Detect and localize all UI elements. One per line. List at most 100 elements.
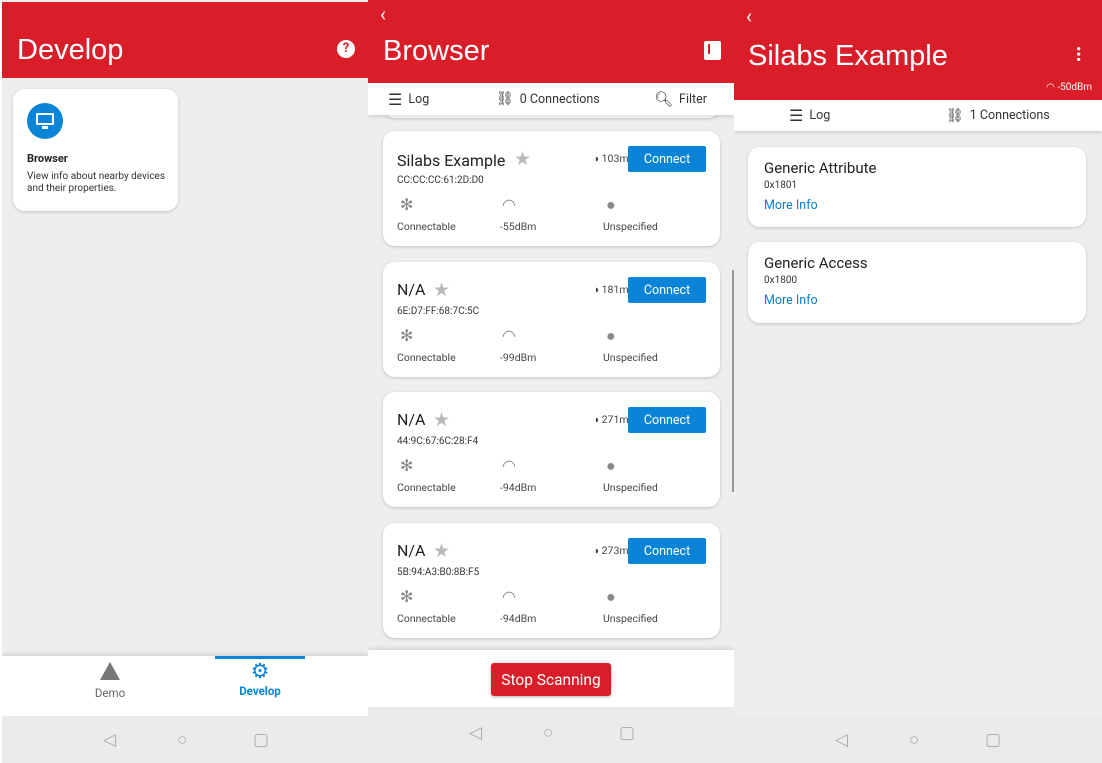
home-icon[interactable]: ○ [909, 730, 919, 750]
home-icon[interactable]: ○ [543, 723, 553, 743]
device-name: N/A [397, 280, 426, 299]
wifi-icon: ◠ [1046, 82, 1058, 93]
device-card[interactable]: N/A ★ ◑ 181ms Connect 6E:D7:FF:68:7C:5C … [383, 262, 720, 377]
more-info-link[interactable]: More Info [764, 198, 818, 213]
service-card[interactable]: Generic Attribute 0x1801 More Info [748, 147, 1086, 227]
bluetooth-icon: ✻ [400, 456, 414, 475]
develop-screen: Develop ? Browser View info about nearby… [2, 0, 368, 763]
device-card[interactable]: N/A ★ ◑ 273ms Connect 5B:94:A3:B0:8B:F5 … [383, 523, 720, 638]
type-label: Unspecified [603, 220, 658, 233]
more-vert-icon[interactable]: ••• [1069, 46, 1088, 62]
connections-label: 1 Connections [969, 108, 1050, 123]
device-name: N/A [397, 410, 426, 429]
filter-button[interactable]: 🔍︎ Filter [654, 83, 707, 115]
nav-label: Develop [239, 684, 281, 698]
type-label: Unspecified [603, 612, 658, 625]
service-name: Generic Access [764, 254, 868, 272]
nav-label: Demo [94, 686, 126, 700]
filter-label: Filter [679, 91, 707, 107]
star-icon[interactable]: ★ [433, 539, 450, 562]
wifi-icon: ◠ [502, 326, 516, 345]
home-icon[interactable]: ○ [177, 730, 187, 750]
device-card[interactable]: N/A ★ ◑ 271ms Connect 44:9C:67:6C:28:F4 … [383, 392, 720, 507]
recents-icon[interactable]: ▢ [985, 730, 1001, 750]
card-title: Browser [27, 152, 68, 165]
rssi-readout: ◠ -50dBm [1046, 82, 1092, 93]
connect-button[interactable]: Connect [628, 538, 706, 564]
list-icon: ☰ [388, 89, 403, 109]
log-button[interactable]: ☰ Log [789, 100, 830, 131]
log-label: Log [809, 108, 831, 123]
connections-button[interactable]: ⛓ 0 Connections [496, 83, 600, 115]
connect-button[interactable]: Connect [628, 146, 706, 172]
device-card[interactable]: Silabs Example ★ ◑ 103ms Connect CC:CC:C… [383, 131, 720, 246]
location-pin-icon: ● [606, 587, 616, 606]
type-label: Unspecified [603, 351, 658, 364]
rssi-label: -55dBm [500, 220, 537, 233]
connectable-label: Connectable [397, 351, 456, 364]
device-address: 44:9C:67:6C:28:F4 [397, 436, 479, 447]
location-pin-icon: ● [606, 195, 616, 214]
type-label: Unspecified [603, 481, 658, 494]
back-chevron-icon[interactable]: ‹ [746, 4, 752, 28]
link-icon: ⛓ [946, 107, 964, 124]
card-description: View info about nearby devices and their… [27, 171, 166, 194]
page-title: Silabs Example [748, 40, 948, 72]
app-bar: ‹ Silabs Example ••• ◠ -50dBm [734, 0, 1102, 100]
device-toolbar: ☰ Log ⛓ 1 Connections [734, 100, 1102, 131]
wifi-icon: ◠ [502, 456, 516, 475]
bluetooth-icon: ✻ [400, 195, 414, 214]
connectable-label: Connectable [397, 612, 456, 625]
back-icon[interactable]: ◁ [835, 730, 848, 750]
back-icon[interactable]: ◁ [469, 723, 482, 743]
connect-button[interactable]: Connect [628, 407, 706, 433]
device-name: N/A [397, 541, 426, 560]
flask-icon [100, 662, 120, 680]
star-icon[interactable]: ★ [514, 147, 531, 170]
page-title: Develop [17, 34, 124, 66]
connect-button[interactable]: Connect [628, 277, 706, 303]
rssi-label: -94dBm [500, 612, 537, 625]
recents-icon[interactable]: ▢ [253, 730, 269, 750]
search-icon: 🔍︎ [654, 90, 674, 108]
service-name: Generic Attribute [764, 159, 877, 177]
connections-button[interactable]: ⛓ 1 Connections [946, 100, 1050, 131]
device-name: Silabs Example [397, 151, 506, 170]
service-uuid: 0x1801 [764, 180, 798, 191]
log-label: Log [408, 91, 430, 107]
stop-scanning-button[interactable]: Stop Scanning [491, 663, 611, 696]
star-icon[interactable]: ★ [433, 278, 450, 301]
bottom-nav: Demo ⚙ Develop [2, 656, 368, 716]
device-screen: ‹ Silabs Example ••• ◠ -50dBm ☰ Log ⛓ 1 Co… [734, 0, 1102, 763]
location-pin-icon: ● [606, 326, 616, 345]
link-icon: ⛓ [496, 91, 514, 107]
more-info-link[interactable]: More Info [764, 293, 818, 308]
nav-demo[interactable]: Demo [62, 656, 158, 716]
star-icon[interactable]: ★ [433, 408, 450, 431]
system-nav-bar: ◁ ○ ▢ [368, 707, 734, 763]
list-icon: ☰ [789, 106, 804, 125]
system-nav-bar: ◁ ○ ▢ [2, 716, 368, 763]
nav-develop[interactable]: ⚙ Develop [215, 656, 305, 716]
back-icon[interactable]: ◁ [103, 730, 116, 750]
location-pin-icon: ● [606, 456, 616, 475]
system-nav-bar: ◁ ○ ▢ [734, 716, 1102, 763]
browser-card[interactable]: Browser View info about nearby devices a… [13, 89, 178, 211]
service-uuid: 0x1800 [764, 275, 798, 286]
browser-toolbar: ☰ Log ⛓ 0 Connections 🔍︎ Filter [368, 83, 734, 115]
back-chevron-icon[interactable]: ‹ [380, 2, 386, 26]
connectable-label: Connectable [397, 220, 456, 233]
log-button[interactable]: ☰ Log [388, 83, 429, 115]
device-address: 5B:94:A3:B0:8B:F5 [397, 567, 480, 578]
app-bar: Develop ? [2, 2, 368, 78]
recents-icon[interactable]: ▢ [619, 723, 635, 743]
rssi-label: -99dBm [500, 351, 537, 364]
monitor-bluetooth-icon [27, 103, 63, 139]
bluetooth-icon: ✻ [400, 587, 414, 606]
help-circle-icon[interactable]: ? [337, 40, 355, 58]
connections-label: 0 Connections [519, 91, 600, 107]
scan-footer: Stop Scanning [368, 650, 734, 707]
service-card[interactable]: Generic Access 0x1800 More Info [748, 242, 1086, 323]
book-icon[interactable] [704, 41, 721, 60]
wifi-icon: ◠ [502, 195, 516, 214]
